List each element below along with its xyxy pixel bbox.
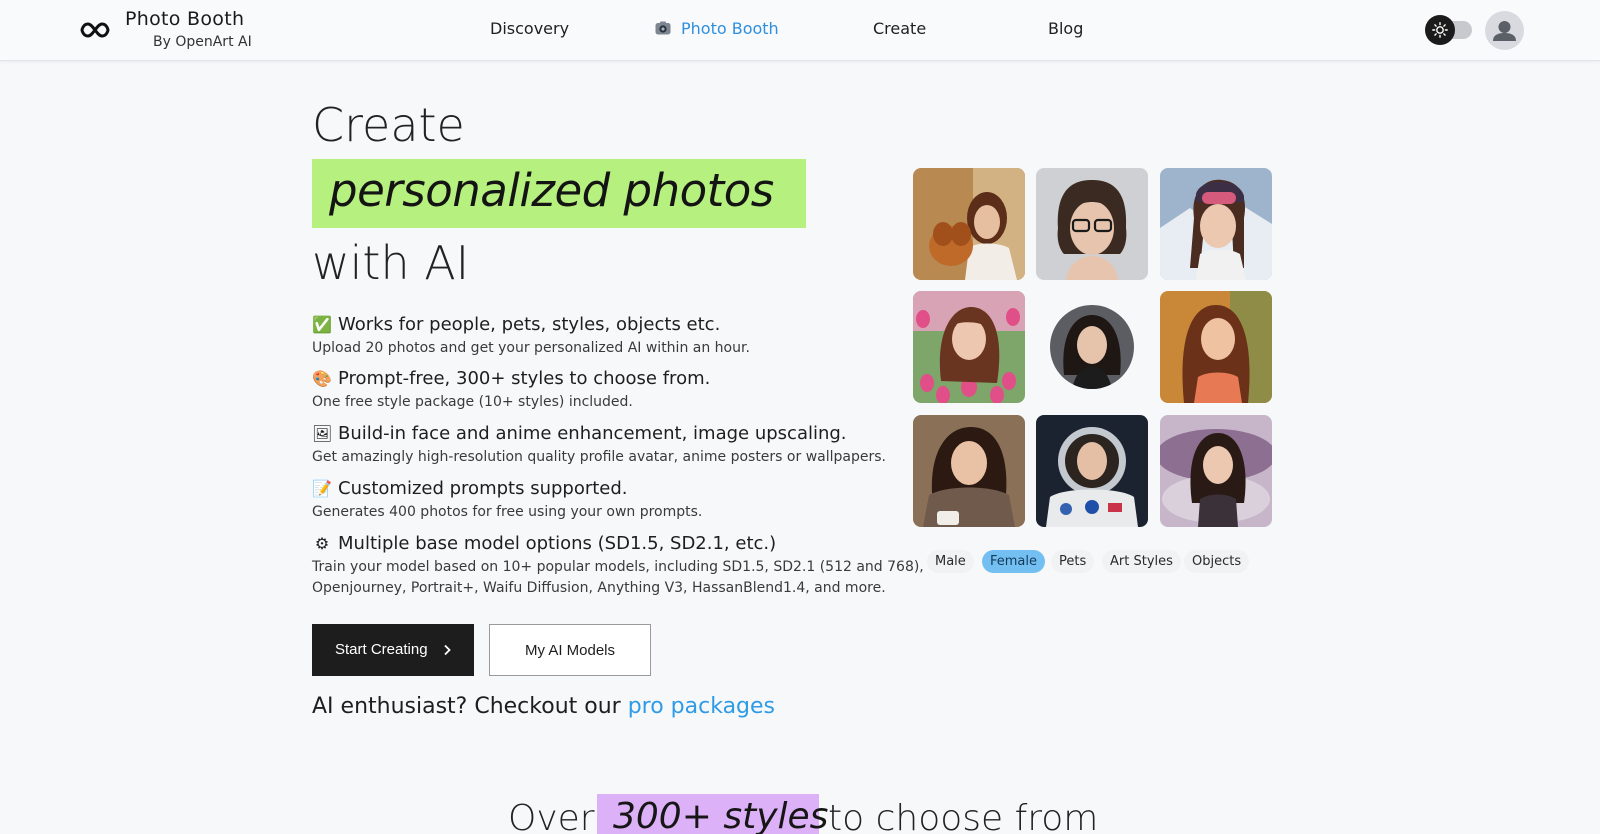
- user-avatar[interactable]: [1485, 11, 1524, 50]
- nav-label: Blog: [1048, 19, 1084, 38]
- feature-title-text: Build-in face and anime enhancement, ima…: [338, 423, 847, 444]
- hero-highlight-text: personalized photos: [329, 164, 774, 217]
- feature-description: Train your model based on 10+ popular mo…: [312, 559, 924, 575]
- styles-heading-post: to choose from: [828, 798, 1099, 834]
- feature-title: ⚙ Multiple base model options (SD1.5, SD2…: [312, 533, 776, 554]
- feature-description: One free style package (10+ styles) incl…: [312, 394, 633, 410]
- gear-icon: ⚙: [314, 534, 330, 553]
- styles-heading-highlight-text: 300+ styles: [613, 796, 829, 834]
- category-chip-female[interactable]: Female: [982, 550, 1046, 573]
- sample-photo-sunset: [1160, 291, 1272, 403]
- hero-title-line-1: Create: [312, 98, 465, 152]
- nav-label: Photo Booth: [681, 19, 779, 38]
- feature-description: Generates 400 photos for free using your…: [312, 504, 703, 520]
- hero-highlight: personalized photos: [312, 159, 806, 228]
- infinity-logo-icon[interactable]: [80, 18, 110, 42]
- chevron-right-icon: [444, 644, 451, 656]
- sun-icon: [1432, 22, 1448, 38]
- button-label: Start Creating: [335, 641, 428, 658]
- pro-text: AI enthusiast? Checkout our: [312, 694, 621, 719]
- sample-photo-ski: [1160, 168, 1272, 280]
- brand-title[interactable]: Photo Booth: [125, 8, 244, 30]
- my-ai-models-button[interactable]: My AI Models: [489, 624, 651, 676]
- nav-label: Create: [873, 19, 927, 38]
- category-chip-male[interactable]: Male: [927, 550, 974, 573]
- category-chip-art-styles[interactable]: Art Styles: [1102, 550, 1181, 573]
- feature-description: Get amazingly high-resolution quality pr…: [312, 449, 886, 465]
- top-nav-bar: Photo Booth By OpenArt AI Discovery Phot…: [0, 0, 1600, 61]
- sample-photo-portrait: [1050, 305, 1134, 389]
- feature-title: ✅ Works for people, pets, styles, objects…: [312, 314, 720, 335]
- styles-heading-pre: Over: [508, 798, 595, 834]
- toggle-knob: [1425, 15, 1455, 45]
- feature-title: 🖼 Build-in face and anime enhancement, im…: [312, 423, 847, 444]
- nav-photo-booth[interactable]: Photo Booth: [655, 19, 779, 38]
- feature-title-text: Prompt-free, 300+ styles to choose from.: [338, 368, 711, 389]
- nav-label: Discovery: [490, 19, 570, 38]
- button-label: My AI Models: [524, 642, 616, 659]
- hero-title-line-3: with AI: [312, 236, 470, 290]
- camera-icon: [655, 21, 671, 35]
- pro-packages-line: AI enthusiast? Checkout our pro packages: [312, 694, 775, 719]
- nav-create[interactable]: Create: [873, 19, 926, 38]
- feature-title: 🎨 Prompt-free, 300+ styles to choose from…: [312, 368, 710, 389]
- nav-discovery[interactable]: Discovery: [490, 19, 569, 38]
- feature-title-text: Customized prompts supported.: [338, 478, 628, 499]
- feature-title: 📝 Customized prompts supported.: [312, 478, 628, 499]
- feature-title-text: Multiple base model options (SD1.5, SD2.…: [338, 533, 777, 554]
- brand-subtitle: By OpenArt AI: [153, 34, 252, 50]
- picture-icon: 🖼: [312, 424, 333, 443]
- sample-photo-glasses: [1036, 168, 1148, 280]
- sample-photo-puppy: [913, 168, 1025, 280]
- category-chip-objects[interactable]: Objects: [1184, 550, 1250, 573]
- pro-packages-link[interactable]: pro packages: [628, 694, 775, 719]
- sample-photo-tulips: [913, 291, 1025, 403]
- sample-photo-bath: [1160, 415, 1272, 527]
- sample-photo-astronaut: [1036, 415, 1148, 527]
- memo-icon: 📝: [312, 479, 332, 498]
- feature-title-text: Works for people, pets, styles, objects …: [338, 314, 721, 335]
- palette-icon: 🎨: [312, 369, 332, 388]
- theme-toggle[interactable]: [1425, 15, 1472, 45]
- feature-description-line-2: Openjourney, Portrait+, Waifu Diffusion,…: [312, 580, 886, 596]
- user-avatar-icon: [1493, 21, 1516, 41]
- category-chip-pets[interactable]: Pets: [1051, 550, 1095, 573]
- nav-blog[interactable]: Blog: [1048, 19, 1083, 38]
- sample-photo-sweater: [913, 415, 1025, 527]
- feature-description: Upload 20 photos and get your personaliz…: [312, 340, 750, 356]
- checkmark-icon: ✅: [312, 315, 332, 334]
- start-creating-button[interactable]: Start Creating: [312, 624, 474, 676]
- styles-heading-highlight: 300+ styles: [597, 794, 828, 834]
